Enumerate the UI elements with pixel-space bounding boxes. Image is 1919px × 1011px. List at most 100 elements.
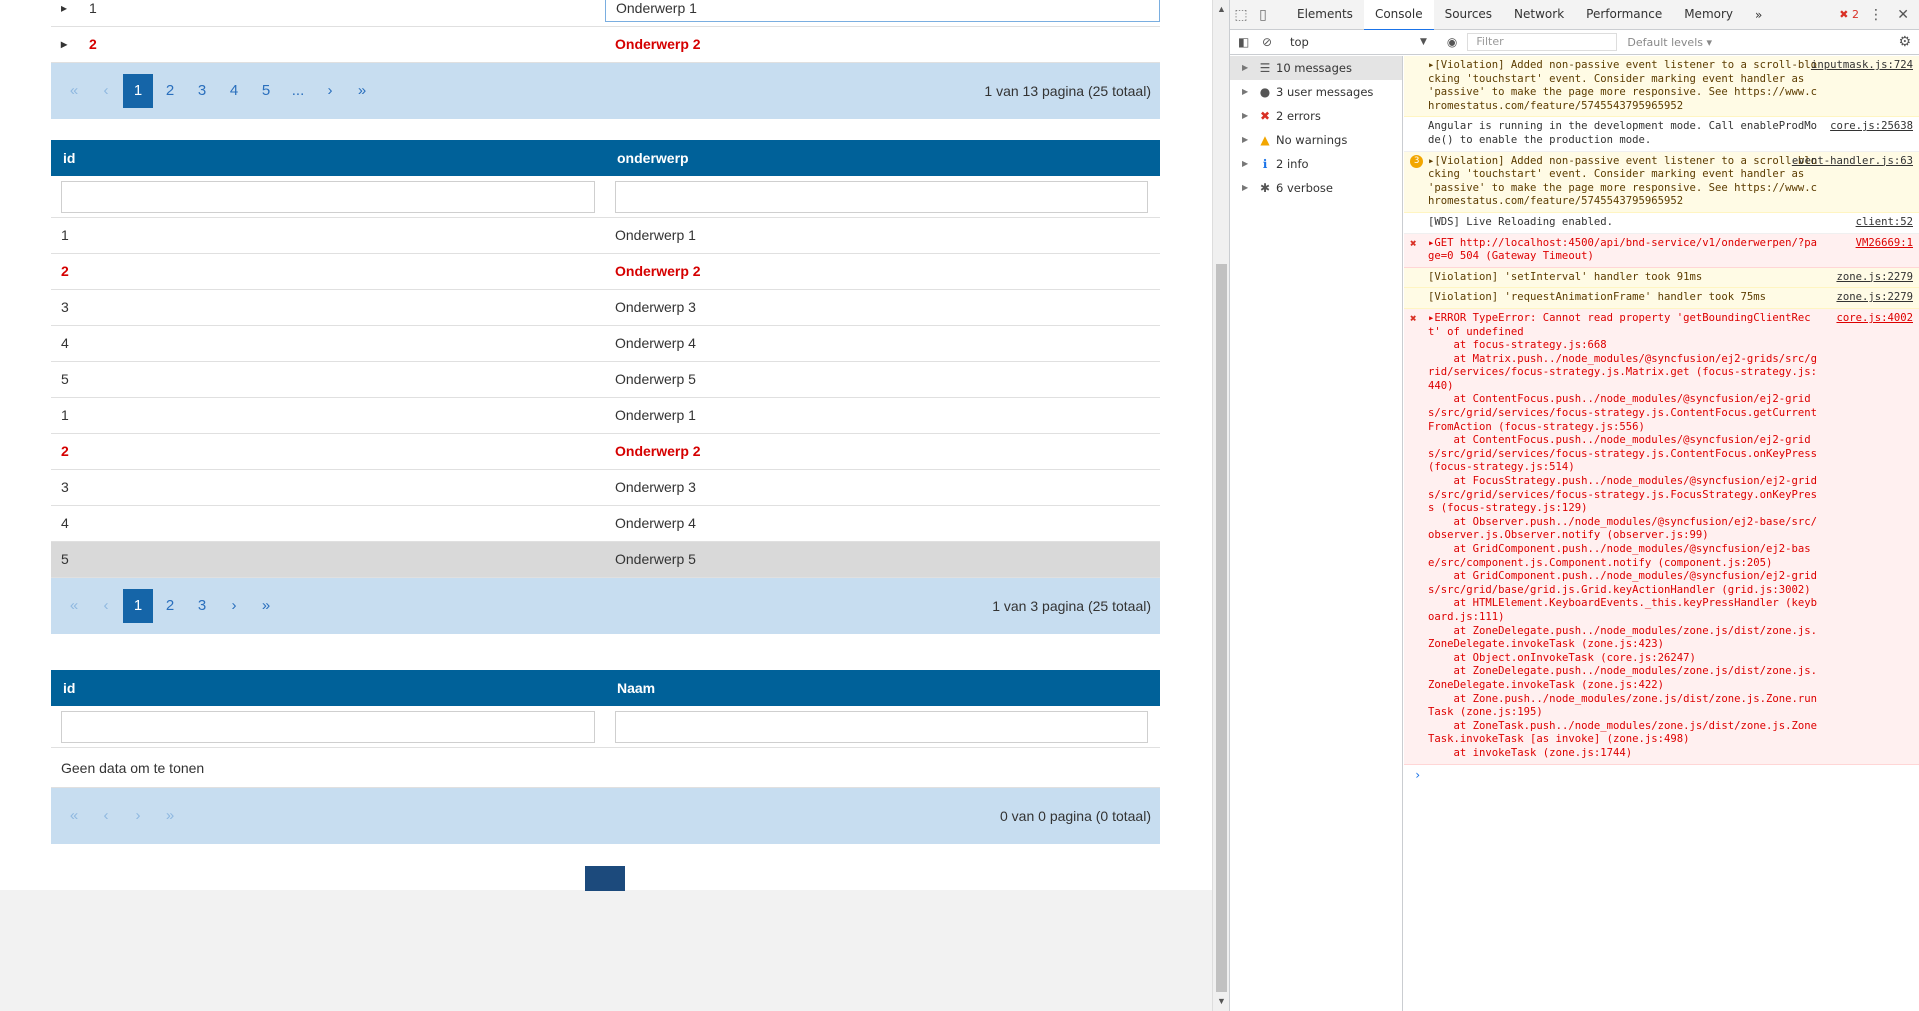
message-source-link[interactable]: event-handler.js:63 [1792, 155, 1913, 169]
message-source-link[interactable]: zone.js:2279 [1836, 271, 1913, 285]
column-header-id[interactable]: id [51, 670, 605, 706]
pager-page-1[interactable]: 1 [123, 74, 153, 108]
pager-page-2[interactable]: 2 [155, 74, 185, 108]
pager-last-button[interactable]: » [251, 589, 281, 623]
sidebar-item[interactable]: ▶ ☰ 10 messages [1230, 56, 1402, 80]
filter-input-onderwerp[interactable] [615, 180, 1148, 213]
pager-page-5[interactable]: 5 [251, 74, 281, 108]
message-source-link[interactable]: VM26669:1 [1856, 237, 1913, 251]
filter-input-naam[interactable] [615, 710, 1148, 743]
scroll-up-arrow-icon[interactable]: ▲ [1217, 4, 1226, 14]
page-scrollbar[interactable]: ▲ ▼ [1212, 0, 1229, 1011]
pager-last-button[interactable]: » [347, 74, 377, 108]
column-header-onderwerp[interactable]: onderwerp [605, 140, 1160, 176]
context-selector[interactable]: top [1290, 35, 1420, 49]
expand-arrow-icon[interactable]: ▶ [1242, 128, 1254, 152]
grid2-filter-bar [51, 176, 1160, 218]
message-text: ▸ERROR TypeError: Cannot read property '… [1428, 311, 1818, 759]
expand-arrow-icon[interactable]: ▶ [1242, 104, 1254, 128]
message-source-link[interactable]: inputmask.js:724 [1811, 59, 1913, 73]
pager-last-button[interactable]: » [155, 799, 185, 833]
log-levels-dropdown[interactable]: Default levels ▾ [1627, 36, 1712, 49]
pager-next-button[interactable]: › [219, 589, 249, 623]
scroll-down-arrow-icon[interactable]: ▼ [1217, 996, 1226, 1006]
table-row[interactable]: 2 Onderwerp 2 [51, 434, 1160, 470]
inspect-element-icon[interactable]: ⬚ [1230, 0, 1252, 30]
pager-page-1[interactable]: 1 [123, 589, 153, 623]
close-icon[interactable]: ✕ [1897, 0, 1909, 30]
filter-input-id[interactable] [61, 710, 595, 743]
grid2-header: id onderwerp [51, 140, 1160, 176]
console-filter-input[interactable]: Filter [1467, 33, 1618, 51]
table-row[interactable]: 5 Onderwerp 5 [51, 542, 1160, 578]
device-toolbar-icon[interactable]: ▯ [1252, 0, 1274, 30]
expand-arrow-icon[interactable]: ▶ [1242, 176, 1254, 200]
gear-icon[interactable]: ⚙ [1898, 34, 1911, 50]
table-row[interactable]: 1 Onderwerp 1 [51, 398, 1160, 434]
sidebar-item-label: No warnings [1276, 133, 1348, 147]
table-row[interactable]: 3 Onderwerp 3 [51, 290, 1160, 326]
tab-memory[interactable]: Memory [1673, 0, 1744, 31]
warning-icon: ▲ [1260, 133, 1270, 147]
table-row[interactable]: 3 Onderwerp 3 [51, 470, 1160, 506]
sidebar-item[interactable]: ▶ ▲ No warnings [1230, 128, 1402, 152]
chevron-down-icon[interactable]: ▼ [1420, 37, 1427, 47]
user-icon: ● [1259, 85, 1271, 99]
eye-icon[interactable]: ◉ [1447, 35, 1457, 49]
expand-arrow-icon[interactable]: ▸ [61, 27, 89, 62]
sidebar-toggle-icon[interactable]: ◧ [1238, 35, 1249, 49]
column-header-naam[interactable]: Naam [605, 670, 1160, 706]
tab-network[interactable]: Network [1503, 0, 1575, 31]
pager-page-3[interactable]: 3 [187, 589, 217, 623]
more-tabs-icon[interactable]: » [1744, 0, 1773, 30]
column-header-id[interactable]: id [51, 140, 605, 176]
pager-page-2[interactable]: 2 [155, 589, 185, 623]
pager-next-button[interactable]: › [123, 799, 153, 833]
table-row[interactable]: 5 Onderwerp 5 [51, 362, 1160, 398]
scrollbar-thumb[interactable] [1216, 264, 1227, 992]
message-source-link[interactable]: zone.js:2279 [1836, 291, 1913, 305]
console-message: zone.js:2279 [Violation] 'setInterval' ha… [1404, 267, 1919, 289]
expand-arrow-icon[interactable]: ▶ [1242, 80, 1254, 104]
table-row[interactable]: 2 Onderwerp 2 [51, 254, 1160, 290]
message-source-link[interactable]: core.js:25638 [1830, 120, 1913, 134]
pager-first-button[interactable]: « [59, 799, 89, 833]
list-icon: ☰ [1259, 61, 1271, 75]
tab-sources[interactable]: Sources [1434, 0, 1503, 31]
message-source-link[interactable]: core.js:4002 [1836, 312, 1913, 326]
clear-console-icon[interactable]: ⊘ [1262, 35, 1272, 49]
action-button[interactable] [585, 866, 625, 891]
pager-prev-button[interactable]: ‹ [91, 74, 121, 108]
tab-console[interactable]: Console [1363, 0, 1434, 31]
table-row[interactable]: 4 Onderwerp 4 [51, 326, 1160, 362]
pager-page-3[interactable]: 3 [187, 74, 217, 108]
pager-next-button[interactable]: › [315, 74, 345, 108]
grid2-pager: « ‹ 123 › » 1 van 3 pagina (25 totaal) [51, 578, 1160, 634]
expand-arrow-icon[interactable]: ▸ [61, 0, 89, 26]
pager-page-4[interactable]: 4 [219, 74, 249, 108]
expand-arrow-icon[interactable]: ▶ [1242, 152, 1254, 176]
table-row[interactable]: 4 Onderwerp 4 [51, 506, 1160, 542]
sidebar-item[interactable]: ▶ ✖ 2 errors [1230, 104, 1402, 128]
console-prompt[interactable]: › [1404, 765, 1919, 787]
table-row[interactable]: ▸ 1 Onderwerp 1 [51, 0, 1160, 27]
pager-prev-button[interactable]: ‹ [91, 799, 121, 833]
cell-id: 2 [61, 443, 69, 459]
sidebar-item[interactable]: ▶ ℹ 2 info [1230, 152, 1402, 176]
pager-first-button[interactable]: « [59, 74, 89, 108]
filter-input-id[interactable] [61, 180, 595, 213]
sidebar-item[interactable]: ▶ ● 3 user messages [1230, 80, 1402, 104]
pager-first-button[interactable]: « [59, 589, 89, 623]
message-source-link[interactable]: client:52 [1856, 216, 1913, 230]
error-count-badge[interactable]: ✖ 2 [1839, 0, 1859, 30]
table-row[interactable]: 1 Onderwerp 1 [51, 218, 1160, 254]
pager-page-more[interactable]: ... [283, 74, 313, 108]
tab-elements[interactable]: Elements [1286, 0, 1364, 31]
pager-prev-button[interactable]: ‹ [91, 589, 121, 623]
tab-performance[interactable]: Performance [1575, 0, 1673, 31]
expand-arrow-icon[interactable]: ▶ [1242, 56, 1254, 80]
devtools-menu-icon[interactable]: ⋮ [1869, 0, 1883, 30]
table-row[interactable]: ▸ 2 Onderwerp 2 [51, 27, 1160, 63]
grid-onderwerpen-expandable: ▸ 1 Onderwerp 1 ▸ 2 Onderwerp 2 « ‹ 1 2 3 4 5... … [51, 0, 1160, 119]
sidebar-item[interactable]: ▶ ✱ 6 verbose [1230, 176, 1402, 200]
